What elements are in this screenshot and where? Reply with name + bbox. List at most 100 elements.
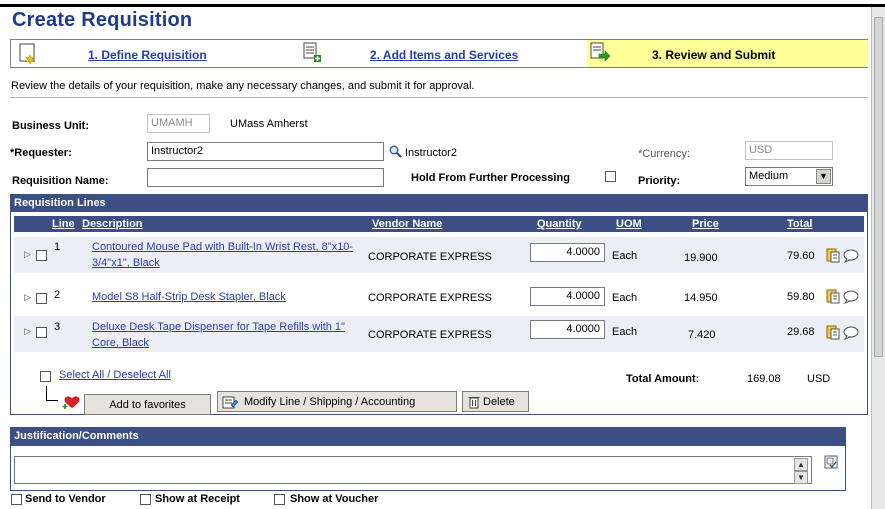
price: 14.950 bbox=[684, 292, 718, 304]
table-row: ▷ 3 Deluxe Desk Tape Dispenser for Tape … bbox=[14, 316, 864, 352]
comments-textarea[interactable] bbox=[14, 456, 812, 484]
show-at-voucher-checkbox[interactable] bbox=[274, 494, 285, 505]
line-description-link[interactable]: Deluxe Desk Tape Dispenser for Tape Refi… bbox=[92, 319, 368, 351]
tree-connector bbox=[46, 400, 58, 401]
page-scrollbar[interactable] bbox=[871, 7, 885, 509]
uom: Each bbox=[612, 292, 638, 304]
step-review-submit: 3. Review and Submit bbox=[652, 48, 776, 62]
hold-processing-checkbox[interactable] bbox=[605, 171, 616, 182]
requester-label: *Requester: bbox=[10, 147, 72, 159]
modify-line-button[interactable]: Modify Line / Shipping / Accounting bbox=[217, 391, 457, 412]
select-all-checkbox[interactable] bbox=[40, 371, 51, 382]
send-to-vendor-checkbox[interactable] bbox=[11, 494, 22, 505]
row-select-checkbox[interactable] bbox=[36, 293, 47, 304]
line-total: 59.80 bbox=[787, 291, 815, 303]
currency-label: *Currency: bbox=[638, 148, 690, 160]
uom: Each bbox=[612, 326, 638, 338]
business-unit-field: UMAMH bbox=[147, 114, 210, 133]
row-select-checkbox[interactable] bbox=[36, 250, 47, 261]
instructions-text: Review the details of your requisition, … bbox=[11, 80, 475, 92]
line-number: 1 bbox=[54, 241, 61, 253]
priority-select[interactable]: Medium ▼ bbox=[745, 167, 833, 186]
top-border bbox=[0, 4, 885, 7]
quantity-field[interactable]: 4.0000 bbox=[530, 287, 605, 306]
step-navigation: 1. Define Requisition 2. Add Items and S… bbox=[10, 39, 868, 68]
total-amount-value: 169.08 bbox=[747, 373, 781, 385]
row-select-checkbox[interactable] bbox=[36, 327, 47, 338]
col-uom[interactable]: UOM bbox=[616, 218, 642, 230]
expand-row-icon[interactable]: ▷ bbox=[24, 326, 31, 337]
requisition-lines-header: Requisition Lines bbox=[10, 194, 868, 213]
modify-line-icon bbox=[222, 396, 239, 409]
schedule-icon[interactable] bbox=[826, 248, 840, 263]
line-number: 2 bbox=[54, 289, 61, 301]
requisition-name-field[interactable] bbox=[147, 168, 384, 187]
requester-field[interactable]: Instructor2 bbox=[147, 142, 384, 161]
col-total[interactable]: Total bbox=[787, 218, 812, 230]
price: 19.900 bbox=[684, 252, 718, 264]
delete-label: Delete bbox=[483, 396, 515, 408]
show-at-receipt-checkbox[interactable] bbox=[140, 494, 151, 505]
col-quantity[interactable]: Quantity bbox=[537, 218, 582, 230]
send-to-vendor-label: Send to Vendor bbox=[25, 493, 106, 505]
quantity-field[interactable]: 4.0000 bbox=[530, 243, 605, 262]
heart-plus-icon[interactable] bbox=[62, 394, 82, 410]
justification-comments-header: Justification/Comments bbox=[10, 427, 846, 446]
line-description-link[interactable]: Model S8 Half-Strip Desk Stapler, Black bbox=[92, 289, 368, 305]
col-price[interactable]: Price bbox=[692, 218, 719, 230]
page-title: Create Requisition bbox=[12, 9, 193, 31]
modify-line-label: Modify Line / Shipping / Accounting bbox=[244, 396, 416, 408]
trash-icon bbox=[468, 397, 480, 409]
price: 7.420 bbox=[688, 329, 716, 341]
line-total: 29.68 bbox=[787, 326, 815, 338]
schedule-icon[interactable] bbox=[826, 325, 840, 340]
create-requisition-page: Create Requisition 1. Define Requisition… bbox=[0, 0, 885, 509]
total-amount-currency: USD bbox=[807, 373, 831, 385]
currency-field: USD bbox=[745, 141, 833, 160]
priority-value: Medium bbox=[749, 170, 789, 182]
line-description-link[interactable]: Contoured Mouse Pad with Built-In Wrist … bbox=[92, 239, 368, 271]
scroll-down-icon[interactable]: ▼ bbox=[794, 471, 808, 484]
chevron-down-icon[interactable]: ▼ bbox=[816, 169, 831, 184]
expand-row-icon[interactable]: ▷ bbox=[24, 292, 31, 303]
scrollbar-thumb[interactable] bbox=[874, 17, 883, 357]
vendor-name: CORPORATE EXPRESS bbox=[368, 292, 492, 304]
table-row: ▷ 1 Contoured Mouse Pad with Built-In Wr… bbox=[14, 237, 864, 273]
line-total: 79.60 bbox=[787, 250, 815, 262]
review-submit-icon bbox=[590, 42, 610, 62]
spellcheck-icon[interactable] bbox=[824, 455, 838, 469]
comment-bubble-icon[interactable] bbox=[843, 290, 859, 304]
tree-connector bbox=[46, 386, 47, 400]
schedule-icon[interactable] bbox=[826, 289, 840, 304]
delete-button[interactable]: Delete bbox=[462, 391, 529, 412]
hold-processing-label: Hold From Further Processing bbox=[411, 172, 570, 184]
line-number: 3 bbox=[54, 321, 61, 333]
divider bbox=[10, 97, 868, 98]
col-vendor-name[interactable]: Vendor Name bbox=[372, 218, 442, 230]
col-line[interactable]: Line bbox=[52, 218, 75, 230]
table-row: ▷ 2 Model S8 Half-Strip Desk Stapler, Bl… bbox=[14, 283, 864, 313]
comment-bubble-icon[interactable] bbox=[843, 326, 859, 340]
requester-name: Instructor2 bbox=[405, 147, 457, 159]
add-to-favorites-button[interactable]: Add to favorites bbox=[84, 394, 211, 415]
select-all-link[interactable]: Select All / Deselect All bbox=[59, 369, 171, 381]
quantity-field[interactable]: 4.0000 bbox=[530, 320, 605, 339]
business-unit-name: UMass Amherst bbox=[230, 118, 308, 130]
requester-lookup-icon[interactable] bbox=[389, 145, 402, 158]
lines-column-header: Line Description Vendor Name Quantity UO… bbox=[14, 216, 864, 232]
step-define-requisition-link[interactable]: 1. Define Requisition bbox=[88, 48, 207, 62]
show-at-voucher-label: Show at Voucher bbox=[290, 493, 379, 505]
col-description[interactable]: Description bbox=[82, 218, 143, 230]
priority-label: Priority: bbox=[638, 175, 681, 187]
add-items-icon bbox=[303, 42, 321, 62]
comment-bubble-icon[interactable] bbox=[843, 249, 859, 263]
step-add-items-link[interactable]: 2. Add Items and Services bbox=[370, 48, 518, 62]
vendor-name: CORPORATE EXPRESS bbox=[368, 251, 492, 263]
expand-row-icon[interactable]: ▷ bbox=[24, 249, 31, 260]
total-amount-label: Total Amount: bbox=[626, 373, 700, 385]
vendor-name: CORPORATE EXPRESS bbox=[368, 329, 492, 341]
show-at-receipt-label: Show at Receipt bbox=[155, 493, 240, 505]
scroll-up-icon[interactable]: ▲ bbox=[794, 458, 808, 471]
uom: Each bbox=[612, 250, 638, 262]
define-requisition-icon bbox=[19, 43, 36, 64]
